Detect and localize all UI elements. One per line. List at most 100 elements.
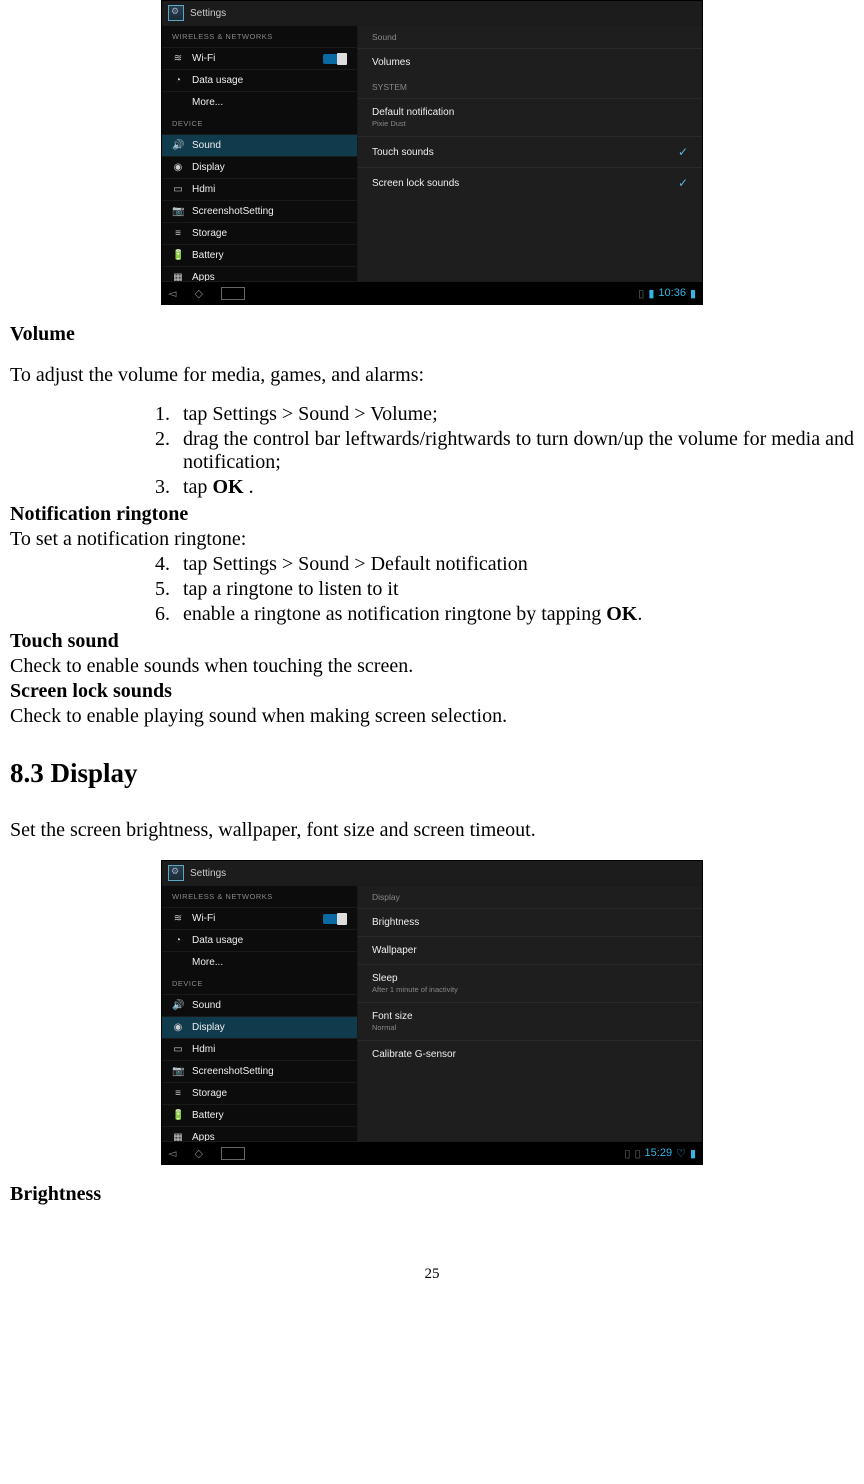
- heading-volume: Volume: [10, 323, 854, 346]
- step-3: tap OK .: [175, 476, 854, 499]
- sidebar-item-label: Display: [192, 162, 225, 173]
- row-label: Touch sounds: [372, 147, 434, 158]
- row-wallpaper[interactable]: Wallpaper: [358, 936, 702, 964]
- row-font-size[interactable]: Font size Normal: [358, 1002, 702, 1040]
- content-header-display: Display: [358, 886, 702, 908]
- navbar: ◅ ◇ ▯ ▮ 10:36 ▮: [162, 281, 702, 304]
- apps-icon: ▦: [172, 272, 184, 281]
- checkmark-icon: ✓: [678, 176, 688, 190]
- battery-status-icon: ▮: [690, 1147, 696, 1160]
- sidebar-category-wireless: WIRELESS & NETWORKS: [162, 886, 357, 907]
- wifi-icon: ≋: [172, 53, 184, 64]
- touch-sound-text: Check to enable sounds when touching the…: [10, 655, 854, 678]
- row-label: Volumes: [372, 57, 410, 68]
- settings-app-icon: [168, 865, 184, 881]
- notification-steps: tap Settings > Sound > Default notificat…: [10, 553, 854, 626]
- wifi-toggle-on[interactable]: [323, 914, 347, 924]
- sidebar-item-hdmi[interactable]: ▭ Hdmi: [162, 1038, 357, 1060]
- row-screen-lock-sounds[interactable]: Screen lock sounds ✓: [358, 167, 702, 198]
- row-sleep[interactable]: Sleep After 1 minute of inactivity: [358, 964, 702, 1002]
- signal-icon: ▮: [648, 287, 654, 300]
- back-icon[interactable]: ◅: [168, 1147, 176, 1160]
- content-pane: Display Brightness Wallpaper Sleep After…: [358, 886, 702, 1141]
- back-icon[interactable]: ◅: [168, 287, 176, 300]
- sidebar-item-label: Battery: [192, 1110, 224, 1121]
- row-touch-sounds[interactable]: Touch sounds ✓: [358, 136, 702, 167]
- section-heading-display: 8.3 Display: [10, 758, 854, 789]
- row-default-notification[interactable]: Default notification Pixie Dust: [358, 98, 702, 136]
- settings-app-icon: [168, 5, 184, 21]
- sidebar-item-data-usage[interactable]: ◔ Data usage: [162, 929, 357, 951]
- sidebar-item-label: Hdmi: [192, 184, 215, 195]
- ok-bold: OK: [606, 603, 637, 625]
- recent-apps-icon[interactable]: [221, 1147, 245, 1160]
- home-icon[interactable]: ◇: [194, 1147, 202, 1160]
- row-sublabel: Pixie Dust: [372, 119, 454, 128]
- sidebar-item-label: Storage: [192, 228, 227, 239]
- sidebar-item-screenshot[interactable]: 📷 ScreenshotSetting: [162, 1060, 357, 1082]
- content-header-sound: Sound: [358, 26, 702, 48]
- row-calibrate-gsensor[interactable]: Calibrate G-sensor: [358, 1040, 702, 1068]
- sidebar-item-apps[interactable]: ▦ Apps: [162, 1126, 357, 1141]
- sidebar: WIRELESS & NETWORKS ≋ Wi-Fi ◔ Data usage…: [162, 886, 358, 1141]
- wifi-toggle-on[interactable]: [323, 54, 347, 64]
- sidebar-item-battery[interactable]: 🔋 Battery: [162, 244, 357, 266]
- sidebar-item-label: Display: [192, 1022, 225, 1033]
- data-usage-icon: ◔: [172, 935, 184, 946]
- sidebar-item-apps[interactable]: ▦ Apps: [162, 266, 357, 281]
- sidebar-category-device: DEVICE: [162, 113, 357, 134]
- step-1: tap Settings > Sound > Volume;: [175, 403, 854, 426]
- wifi-icon: ≋: [172, 913, 184, 924]
- sidebar-item-display[interactable]: ◉ Display: [162, 1016, 357, 1038]
- sidebar-item-label: Sound: [192, 1000, 221, 1011]
- sidebar-item-label: Apps: [192, 1132, 215, 1141]
- sidebar-item-sound[interactable]: 🔊 Sound: [162, 134, 357, 156]
- row-brightness[interactable]: Brightness: [358, 908, 702, 936]
- settings-display-screenshot: Settings WIRELESS & NETWORKS ≋ Wi-Fi ◔ D…: [161, 860, 703, 1165]
- screenshot-icon: 📷: [172, 1066, 184, 1077]
- row-label: Default notification: [372, 107, 454, 118]
- settings-sound-screenshot: Settings WIRELESS & NETWORKS ≋ Wi-Fi ◔ D…: [161, 0, 703, 305]
- sidebar-item-sound[interactable]: 🔊 Sound: [162, 994, 357, 1016]
- step-6: enable a ringtone as notification ringto…: [175, 603, 854, 626]
- step-5: tap a ringtone to listen to it: [175, 578, 854, 601]
- status-icon: ▯: [638, 287, 644, 300]
- row-sublabel: Normal: [372, 1023, 413, 1032]
- sidebar-item-label: Wi-Fi: [192, 913, 215, 924]
- sidebar-item-label: Storage: [192, 1088, 227, 1099]
- sidebar-item-storage[interactable]: ≡ Storage: [162, 222, 357, 244]
- titlebar-text: Settings: [190, 868, 226, 879]
- sidebar-item-battery[interactable]: 🔋 Battery: [162, 1104, 357, 1126]
- sidebar-item-data-usage[interactable]: ◔ Data usage: [162, 69, 357, 91]
- storage-icon: ≡: [172, 228, 184, 239]
- sidebar-item-hdmi[interactable]: ▭ Hdmi: [162, 178, 357, 200]
- sidebar-item-more[interactable]: More...: [162, 91, 357, 113]
- row-volumes[interactable]: Volumes: [358, 48, 702, 76]
- status-icon: ▯: [624, 1147, 630, 1160]
- titlebar-text: Settings: [190, 8, 226, 19]
- sidebar-item-screenshot[interactable]: 📷 ScreenshotSetting: [162, 200, 357, 222]
- sidebar-item-label: Wi-Fi: [192, 53, 215, 64]
- checkmark-icon: ✓: [678, 145, 688, 159]
- recent-apps-icon[interactable]: [221, 287, 245, 300]
- heading-touch-sound: Touch sound: [10, 630, 854, 653]
- sidebar-item-more[interactable]: More...: [162, 951, 357, 973]
- titlebar: Settings: [162, 1, 702, 25]
- hdmi-icon: ▭: [172, 1044, 184, 1055]
- sidebar-item-wifi[interactable]: ≋ Wi-Fi: [162, 47, 357, 69]
- sidebar-item-storage[interactable]: ≡ Storage: [162, 1082, 357, 1104]
- hdmi-icon: ▭: [172, 184, 184, 195]
- sidebar-item-label: More...: [192, 97, 223, 108]
- sidebar-item-display[interactable]: ◉ Display: [162, 156, 357, 178]
- row-label: Font size: [372, 1011, 413, 1022]
- battery-icon: 🔋: [172, 1110, 184, 1121]
- sidebar-item-label: ScreenshotSetting: [192, 206, 274, 217]
- sidebar: WIRELESS & NETWORKS ≋ Wi-Fi ◔ Data usage…: [162, 26, 358, 281]
- sidebar-item-wifi[interactable]: ≋ Wi-Fi: [162, 907, 357, 929]
- notification-intro: To set a notification ringtone:: [10, 528, 854, 551]
- sidebar-item-label: ScreenshotSetting: [192, 1066, 274, 1077]
- volume-steps: tap Settings > Sound > Volume; drag the …: [10, 403, 854, 499]
- row-sublabel: After 1 minute of inactivity: [372, 985, 458, 994]
- home-icon[interactable]: ◇: [194, 287, 202, 300]
- sidebar-item-label: Data usage: [192, 935, 243, 946]
